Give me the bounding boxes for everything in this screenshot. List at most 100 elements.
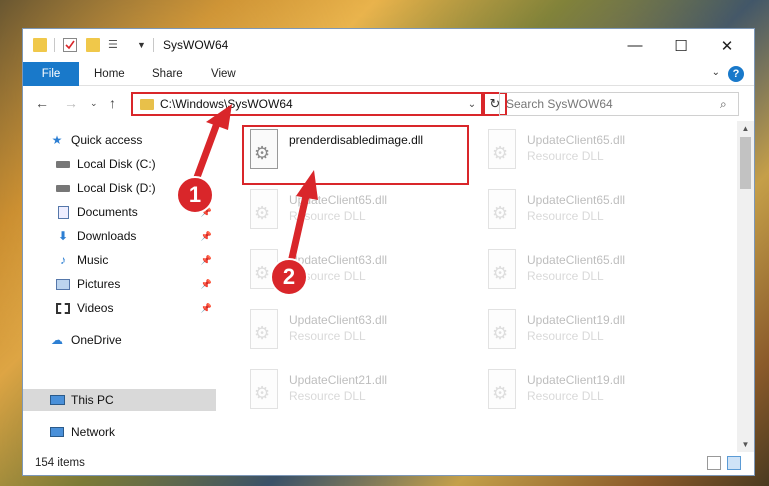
sidebar-item-label: Local Disk (C:) [77, 157, 156, 171]
sidebar-item-videos[interactable]: Videos 📌 [23, 297, 216, 319]
sidebar-item-pictures[interactable]: Pictures 📌 [23, 273, 216, 295]
file-name: UpdateClient65.dll [527, 133, 626, 147]
file-type: Resource DLL [527, 209, 604, 223]
up-arrow-icon[interactable]: ↑ [109, 95, 116, 111]
tab-share[interactable]: Share [152, 62, 183, 86]
minimize-button[interactable]: — [612, 29, 658, 62]
sidebar-item-this-pc[interactable]: This PC [23, 389, 216, 411]
file-item[interactable]: ⚙ UpdateClient19.dll Resource DLL [485, 369, 715, 427]
annotation-marker-1: 1 [176, 176, 214, 214]
dll-file-icon: ⚙ [247, 309, 281, 353]
address-text[interactable]: C:\Windows\SysWOW64 [160, 97, 463, 111]
sidebar-item-label: Network [71, 425, 116, 439]
sidebar-item-downloads[interactable]: ⬇ Downloads 📌 [23, 225, 216, 247]
pictures-icon [55, 277, 71, 291]
navigation-bar: ← → ⌄ ↑ C:\Windows\SysWOW64 ⌄ ↻ Search S… [23, 87, 754, 121]
file-type: Resource DLL [527, 329, 604, 343]
annotation-marker-2: 2 [270, 258, 308, 296]
address-bar[interactable]: C:\Windows\SysWOW64 ⌄ [131, 92, 483, 116]
divider [153, 38, 154, 52]
dll-file-icon: ⚙ [485, 189, 519, 233]
scroll-up-icon[interactable]: ▲ [737, 124, 754, 133]
file-type: Resource DLL [289, 329, 366, 343]
file-item[interactable]: ⚙ UpdateClient65.dll Resource DLL [485, 189, 715, 247]
file-name: UpdateClient19.dll [527, 313, 626, 327]
help-icon[interactable]: ? [728, 66, 744, 82]
pin-icon[interactable]: 📌 [201, 279, 212, 290]
customize-icon[interactable]: ☰ [108, 38, 122, 52]
file-item[interactable]: ⚙ UpdateClient19.dll Resource DLL [485, 309, 715, 367]
chevron-down-icon[interactable]: ▼ [137, 40, 151, 54]
close-button[interactable]: ✕ [704, 29, 750, 62]
file-type: Resource DLL [289, 389, 366, 403]
sidebar-item-quick-access[interactable]: ★ Quick access [23, 129, 216, 151]
file-item[interactable]: ⚙ UpdateClient65.dll Resource DLL [485, 249, 715, 307]
search-icon[interactable]: ⌕ [720, 97, 738, 112]
sidebar-item-local-disk-c[interactable]: Local Disk (C:) [23, 153, 216, 175]
file-type: Resource DLL [527, 389, 604, 403]
music-icon: ♪ [60, 253, 66, 267]
drive-icon [55, 181, 71, 195]
file-name: UpdateClient65.dll [289, 193, 388, 207]
chevron-down-icon[interactable]: ⌄ [712, 67, 720, 78]
large-icons-view-icon[interactable] [727, 456, 741, 470]
file-name: UpdateClient21.dll [289, 373, 388, 387]
download-icon: ⬇ [57, 229, 69, 243]
videos-icon [55, 301, 71, 315]
search-input[interactable]: Search SysWOW64 ⌕ [499, 92, 739, 116]
sidebar-item-label: OneDrive [71, 333, 122, 347]
pin-icon[interactable]: 📌 [201, 231, 212, 242]
details-view-icon[interactable] [707, 456, 721, 470]
scrollbar-thumb[interactable] [740, 137, 751, 189]
status-bar: 154 items [23, 450, 754, 475]
pin-icon[interactable]: 📌 [201, 255, 212, 266]
star-icon: ★ [51, 133, 63, 147]
new-folder-icon[interactable] [86, 38, 100, 52]
vertical-scrollbar[interactable]: ▲ ▼ [737, 121, 754, 452]
tab-home[interactable]: Home [94, 62, 125, 86]
file-type: Resource DLL [527, 269, 604, 283]
sidebar-item-label: Videos [77, 301, 114, 315]
dll-file-icon: ⚙ [485, 129, 519, 173]
sidebar-item-onedrive[interactable]: ☁ OneDrive [23, 329, 216, 351]
file-item[interactable]: ⚙ UpdateClient65.dll Resource DLL [247, 189, 477, 247]
sidebar-item-label: This PC [71, 393, 114, 407]
explorer-window: ☰ ▼ SysWOW64 — ☐ ✕ File Home Share View … [22, 28, 755, 476]
navigation-pane: ★ Quick access Local Disk (C:) Local Dis… [23, 125, 216, 450]
file-item[interactable]: ⚙ UpdateClient65.dll Resource DLL [485, 129, 715, 187]
file-name: UpdateClient63.dll [289, 313, 388, 327]
pin-icon[interactable]: 📌 [201, 303, 212, 314]
scroll-down-icon[interactable]: ▼ [737, 440, 754, 449]
file-item[interactable]: ⚙ UpdateClient63.dll Resource DLL [247, 309, 477, 367]
sidebar-item-network[interactable]: Network [23, 421, 216, 443]
chevron-down-icon[interactable]: ⌄ [463, 99, 481, 110]
tab-view[interactable]: View [211, 62, 236, 86]
folder-icon [140, 98, 154, 110]
forward-arrow-icon[interactable]: → [64, 95, 78, 111]
properties-icon[interactable] [63, 38, 77, 52]
file-type: Resource DLL [527, 149, 604, 163]
file-name: UpdateClient65.dll [527, 253, 626, 267]
file-type: Resource DLL [289, 209, 366, 223]
sidebar-item-music[interactable]: ♪ Music 📌 [23, 249, 216, 271]
sidebar-item-label: Pictures [77, 277, 121, 291]
recent-locations-icon[interactable]: ⌄ [90, 98, 98, 109]
computer-icon [49, 393, 65, 407]
window-title: SysWOW64 [163, 38, 229, 52]
tab-file[interactable]: File [23, 62, 79, 86]
sidebar-item-label: Music [77, 253, 109, 267]
search-placeholder[interactable]: Search SysWOW64 [500, 97, 720, 111]
maximize-button[interactable]: ☐ [658, 29, 704, 62]
file-name: UpdateClient19.dll [527, 373, 626, 387]
divider [54, 38, 55, 52]
network-icon [49, 425, 65, 439]
file-item[interactable]: ⚙ UpdateClient21.dll Resource DLL [247, 369, 477, 427]
cloud-icon: ☁ [51, 333, 63, 347]
dll-file-icon: ⚙ [485, 369, 519, 413]
sidebar-item-label: Downloads [77, 229, 137, 243]
back-arrow-icon[interactable]: ← [35, 95, 49, 111]
folder-icon [33, 38, 47, 52]
ribbon: File Home Share View ⌄ ? [23, 62, 754, 86]
file-name: UpdateClient65.dll [527, 193, 626, 207]
sidebar-item-label: Quick access [71, 133, 143, 147]
